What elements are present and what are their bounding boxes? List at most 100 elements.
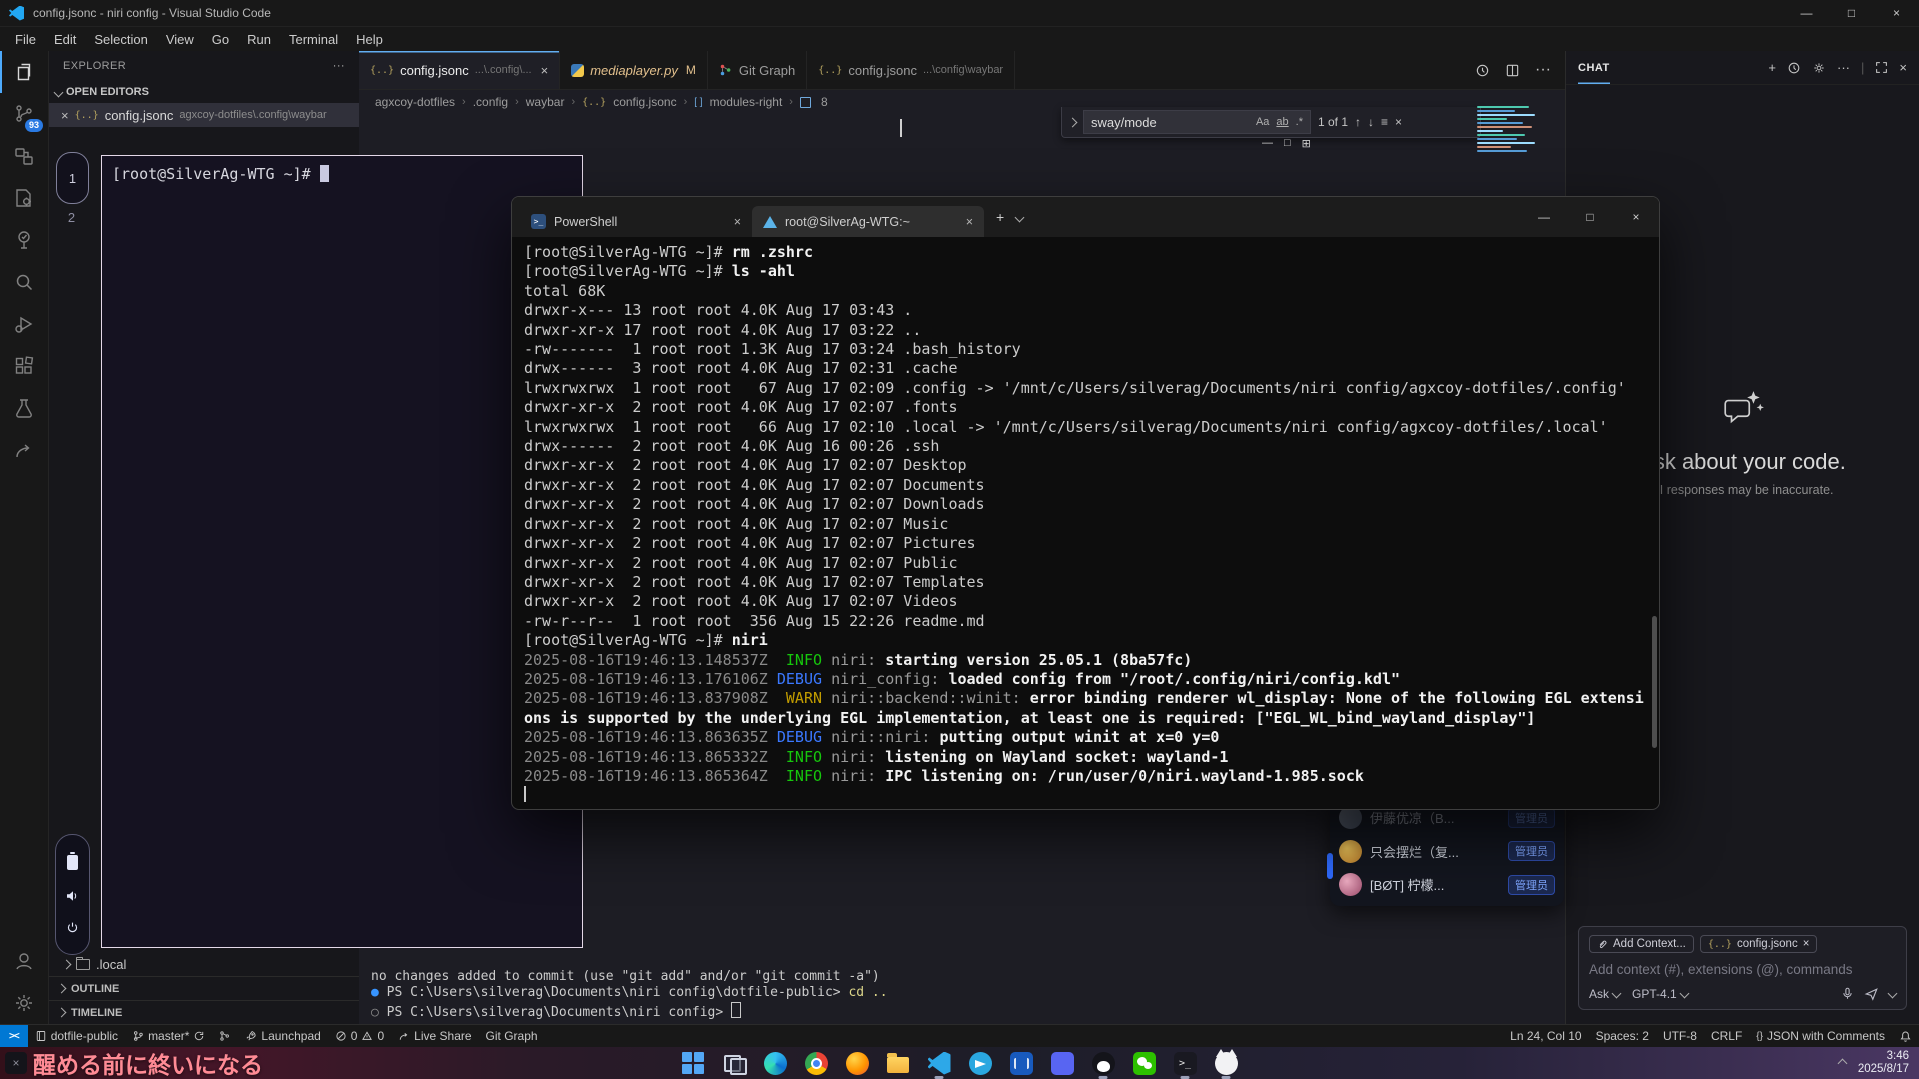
repo-status-item[interactable]: dotfile-public <box>28 1025 125 1047</box>
match-case-toggle[interactable]: Aa <box>1256 116 1269 128</box>
search-icon[interactable] <box>0 261 48 303</box>
breadcrumb-item[interactable]: 8 <box>821 95 828 109</box>
run-config-icon[interactable] <box>0 177 48 219</box>
problems-status-item[interactable]: 0 0 <box>328 1025 391 1047</box>
terminal-titlebar[interactable]: >_ PowerShell × root@SilverAg-WTG:~ × + … <box>512 197 1659 237</box>
find-next-icon[interactable]: ↓ <box>1368 115 1374 129</box>
remote-indicator[interactable]: >< <box>0 1025 28 1047</box>
file-explorer-button[interactable] <box>886 1051 911 1076</box>
live-share-status-item[interactable]: Live Share <box>391 1025 478 1047</box>
regex-toggle[interactable]: .* <box>1296 116 1303 128</box>
extensions-icon[interactable] <box>0 345 48 387</box>
firefox-button[interactable] <box>845 1051 870 1076</box>
timeline-history-icon[interactable] <box>1475 63 1490 78</box>
tab-config-jsonc-2[interactable]: {..} config.jsonc ...\config\waybar <box>807 51 1015 89</box>
find-in-selection-icon[interactable]: ≡ <box>1381 115 1388 129</box>
chevron-down-icon[interactable] <box>1888 989 1898 999</box>
explorer-icon[interactable] <box>0 51 48 93</box>
close-icon[interactable]: × <box>61 108 69 123</box>
live-share-icon[interactable] <box>0 429 48 471</box>
git-graph-status-icon[interactable] <box>212 1025 238 1047</box>
find-close-icon[interactable]: × <box>1395 115 1402 129</box>
terminal-minimize-button[interactable]: — <box>1521 197 1567 237</box>
winit-restore-icon[interactable]: ⊞ <box>1302 137 1311 150</box>
context-chip-config-jsonc[interactable]: {..} config.jsonc × <box>1700 935 1818 953</box>
model-picker[interactable]: GPT-4.1 <box>1632 987 1688 1001</box>
member-row[interactable]: [BØT] 柠檬... 管理员 <box>1339 870 1555 900</box>
split-editor-icon[interactable] <box>1505 63 1520 78</box>
run-debug-icon[interactable] <box>0 303 48 345</box>
breadcrumb-item[interactable]: config.jsonc <box>613 95 676 109</box>
tab-mediaplayer-py[interactable]: mediaplayer.py M <box>560 51 708 89</box>
tray-expand-icon[interactable] <box>1837 1058 1847 1068</box>
menu-selection[interactable]: Selection <box>85 30 156 49</box>
qq-button[interactable] <box>1091 1051 1116 1076</box>
source-control-icon[interactable]: 93 <box>0 93 48 135</box>
more-actions-icon[interactable]: ··· <box>1535 61 1551 79</box>
menu-terminal[interactable]: Terminal <box>280 30 347 49</box>
tree-item-local[interactable]: .local <box>49 952 359 976</box>
niri-cat-button[interactable] <box>1214 1051 1239 1076</box>
start-button[interactable] <box>681 1051 706 1076</box>
menu-run[interactable]: Run <box>238 30 280 49</box>
close-tab-icon[interactable]: × <box>734 215 741 229</box>
volume-icon[interactable] <box>66 890 80 902</box>
cursor-position-item[interactable]: Ln 24, Col 10 <box>1503 1029 1588 1043</box>
menu-edit[interactable]: Edit <box>45 30 85 49</box>
open-editor-item[interactable]: × {..} config.jsonc agxcoy-dotfiles\.con… <box>49 103 359 127</box>
outline-section[interactable]: OUTLINE <box>49 976 359 1000</box>
testing-beaker-icon[interactable] <box>0 387 48 429</box>
indentation-item[interactable]: Spaces: 2 <box>1589 1029 1656 1043</box>
telegram-button[interactable] <box>968 1051 993 1076</box>
close-tab-icon[interactable]: × <box>966 215 973 229</box>
eol-item[interactable]: CRLF <box>1704 1029 1749 1043</box>
vscode-button[interactable] <box>927 1051 952 1076</box>
taskbar-corner-icon[interactable]: × <box>5 1052 27 1074</box>
settings-gear-icon[interactable] <box>0 982 48 1024</box>
tab-config-jsonc-waybar[interactable]: {..} config.jsonc ...\.config\... × <box>359 51 560 89</box>
open-editors-header[interactable]: OPEN EDITORS <box>49 81 359 103</box>
integrated-terminal-lines[interactable]: no changes added to commit (use "git add… <box>371 969 888 1022</box>
menu-go[interactable]: Go <box>203 30 238 49</box>
winit-minimize-icon[interactable]: — <box>1262 137 1273 150</box>
terminal-tab-powershell[interactable]: >_ PowerShell × <box>520 206 752 237</box>
power-icon[interactable] <box>66 921 79 934</box>
chat-input-placeholder[interactable]: Add context (#), extensions (@), command… <box>1589 962 1896 977</box>
find-previous-icon[interactable]: ↑ <box>1355 115 1361 129</box>
send-icon[interactable] <box>1864 987 1879 1001</box>
chrome-button[interactable] <box>804 1051 829 1076</box>
taskbar-clock[interactable]: 3:46 2025/8/17 <box>1858 1050 1909 1076</box>
add-context-button[interactable]: Add Context... <box>1589 935 1694 953</box>
sidebar-more-icon[interactable]: ··· <box>333 60 345 72</box>
timeline-section[interactable]: TIMELINE <box>49 1000 359 1024</box>
close-icon[interactable]: × <box>541 63 549 78</box>
menu-file[interactable]: File <box>6 30 45 49</box>
microphone-icon[interactable] <box>1841 986 1854 1001</box>
breadcrumb-item[interactable]: agxcoy-dotfiles <box>375 95 455 109</box>
winit-maximize-icon[interactable]: □ <box>1284 137 1291 150</box>
edge-button[interactable] <box>763 1051 788 1076</box>
menu-view[interactable]: View <box>157 30 203 49</box>
notifications-bell-icon[interactable] <box>1892 1030 1919 1043</box>
find-input[interactable]: sway/mode Aa ab .* <box>1083 110 1311 134</box>
minimap[interactable] <box>1477 106 1543 154</box>
terminal-output[interactable]: [root@SilverAg-WTG ~]# rm .zshrc[root@Si… <box>512 237 1659 810</box>
tab-dropdown-icon[interactable] <box>1015 212 1025 222</box>
menu-help[interactable]: Help <box>347 30 392 49</box>
chat-input-box[interactable]: Add Context... {..} config.jsonc × Add c… <box>1578 926 1907 1010</box>
mode-picker[interactable]: Ask <box>1589 987 1620 1001</box>
terminal-maximize-button[interactable]: □ <box>1567 197 1613 237</box>
references-icon[interactable] <box>0 135 48 177</box>
terminal-tab-wsl[interactable]: root@SilverAg-WTG:~ × <box>752 206 984 237</box>
wechat-button[interactable] <box>1132 1051 1157 1076</box>
toggle-replace-icon[interactable] <box>1068 117 1078 127</box>
todo-tree-icon[interactable] <box>0 219 48 261</box>
language-mode-item[interactable]: {} JSON with Comments <box>1749 1029 1892 1043</box>
member-row[interactable]: 只会摆烂（复... 管理员 <box>1339 836 1555 866</box>
word-button[interactable] <box>1009 1051 1034 1076</box>
whole-word-toggle[interactable]: ab <box>1276 116 1288 128</box>
branch-status-item[interactable]: master* <box>125 1025 212 1047</box>
new-tab-icon[interactable]: + <box>996 209 1004 225</box>
tab-git-graph[interactable]: Git Graph <box>708 51 807 89</box>
git-graph-status-item[interactable]: Git Graph <box>479 1025 545 1047</box>
